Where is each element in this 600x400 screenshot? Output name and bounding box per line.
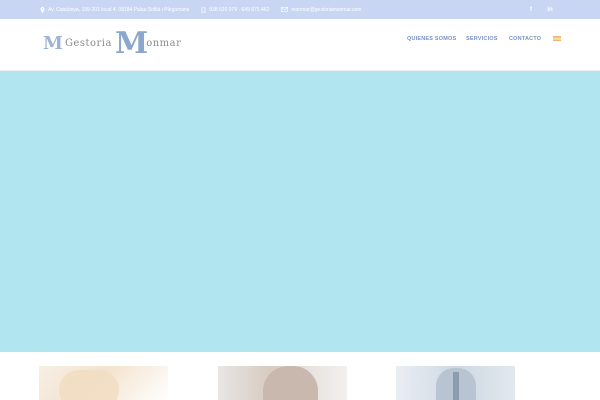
logo-text-right: onmar xyxy=(146,37,182,49)
email-info: monmar@gestoriamonmar.com xyxy=(281,7,361,13)
phone-icon xyxy=(201,6,206,13)
logo-text-left: Gestoria xyxy=(64,37,112,49)
logo[interactable]: M Gestoria M onmar xyxy=(43,25,181,61)
linkedin-icon[interactable]: in xyxy=(542,0,558,19)
tie-shape xyxy=(453,372,459,400)
meeting-photo[interactable] xyxy=(218,366,347,400)
spanish-flag-icon[interactable] xyxy=(553,36,561,41)
nav-servicios[interactable]: SERVICIOS xyxy=(466,19,498,59)
site-header: M Gestoria M onmar QUIENES SOMOS SERVICI… xyxy=(0,19,600,71)
address-text: Av. Catalunya, 199-201 local 4, 08184 Pa… xyxy=(48,6,190,13)
top-info-bar: Av. Catalunya, 199-201 local 4, 08184 Pa… xyxy=(0,0,600,19)
location-pin-icon xyxy=(40,6,45,13)
email-link[interactable]: monmar@gestoriamonmar.com xyxy=(291,7,361,13)
nav-contacto[interactable]: CONTACTO xyxy=(509,19,541,59)
envelope-icon xyxy=(281,7,289,12)
address-info: Av. Catalunya, 199-201 local 4, 08184 Pa… xyxy=(40,6,190,13)
meeting-photo-shape xyxy=(263,366,318,400)
nav-quienes-somos[interactable]: QUIENES SOMOS xyxy=(407,19,456,59)
phone-info: 938 620 979 - 649 875 462 xyxy=(201,6,269,13)
logo-big-m: M xyxy=(114,25,148,61)
office-photo[interactable] xyxy=(39,366,168,400)
logo-mark: M xyxy=(43,32,63,54)
office-photo-shape xyxy=(59,370,119,400)
facebook-icon[interactable]: f xyxy=(523,0,539,19)
hero-banner xyxy=(0,71,600,352)
phone-text[interactable]: 938 620 979 - 649 875 462 xyxy=(209,7,269,13)
businessman-photo[interactable] xyxy=(396,366,515,400)
